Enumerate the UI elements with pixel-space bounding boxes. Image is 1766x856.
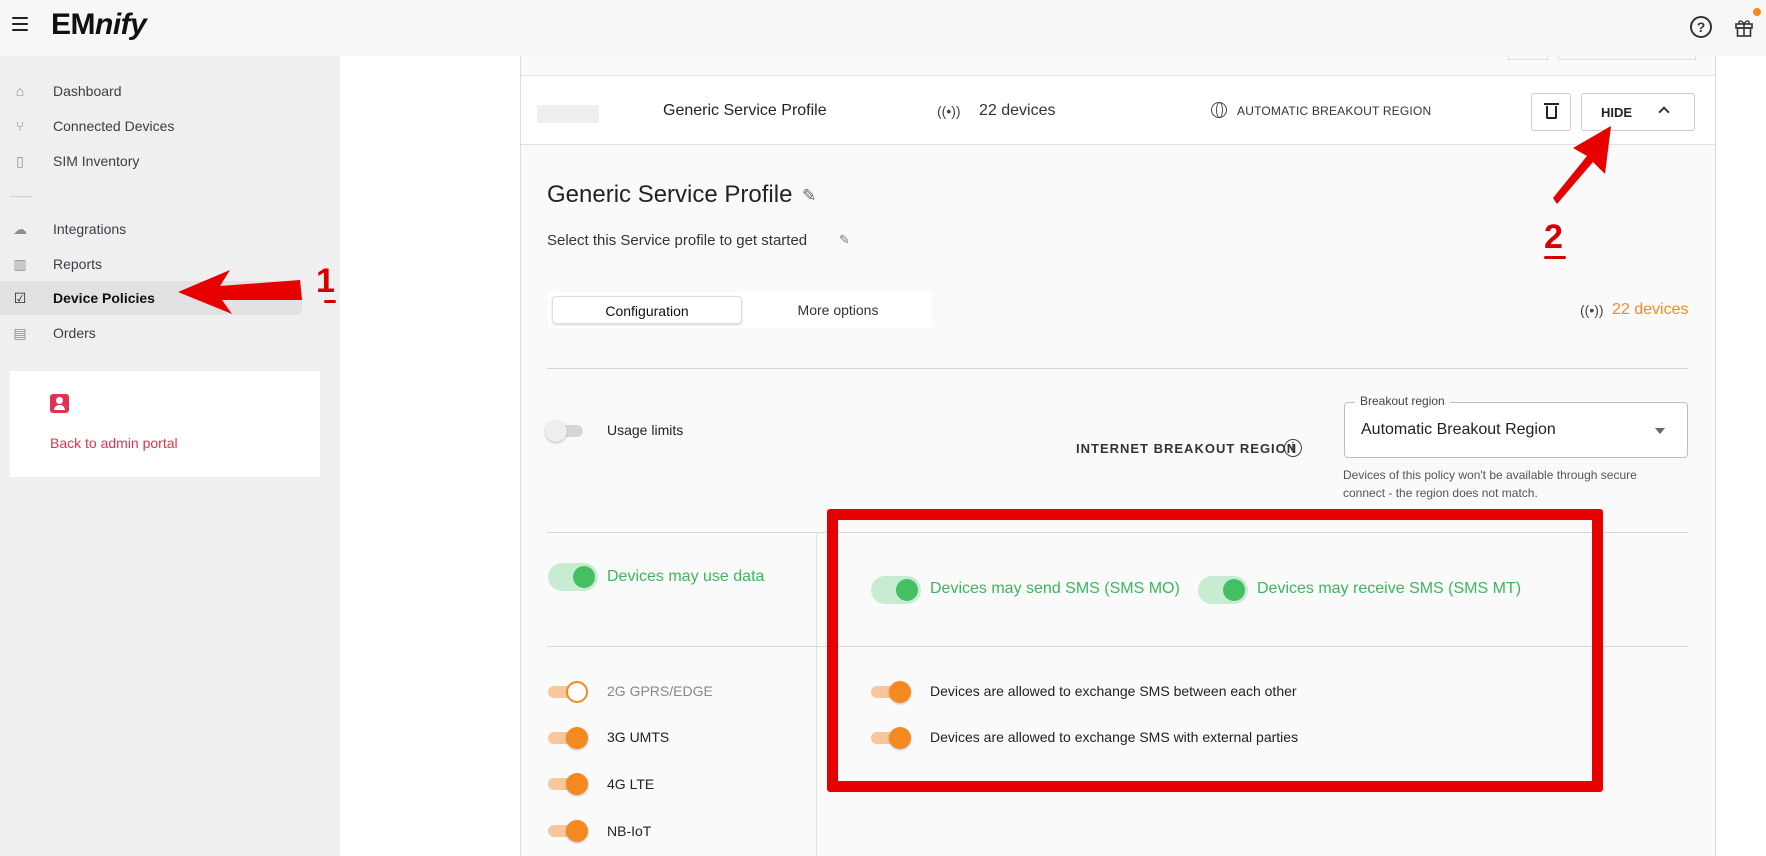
sidebar-item-integrations[interactable]: ☁ Integrations <box>0 212 302 246</box>
network-icon: ⑂ <box>15 118 25 134</box>
top-bar: EMnify ? <box>0 0 1766 56</box>
page-title: Generic Service Profile <box>547 181 793 208</box>
step-underline <box>1544 256 1566 259</box>
use-data-label: Devices may use data <box>607 568 765 585</box>
network-3g-label: 3G UMTS <box>607 729 670 745</box>
sidebar-item-sim-inventory[interactable]: ▯ SIM Inventory <box>0 144 302 178</box>
breakout-region-select[interactable]: Breakout region Automatic Breakout Regio… <box>1344 394 1688 458</box>
sidebar-item-dashboard[interactable]: ⌂ Dashboard <box>0 74 302 108</box>
toggle-knob <box>573 566 595 588</box>
sidebar-item-label: Integrations <box>53 221 127 237</box>
toggle-knob <box>545 420 567 442</box>
menu-icon[interactable] <box>12 17 28 31</box>
profile-row-devices: 22 devices <box>979 102 1056 119</box>
page-subtitle: Select this Service profile to get start… <box>547 232 808 249</box>
sim-icon: ▯ <box>16 153 24 169</box>
breakout-region-legend: Breakout region <box>1355 394 1450 408</box>
highlight-box <box>827 509 1603 792</box>
step-underline <box>324 300 336 303</box>
column-divider <box>816 532 817 856</box>
signal-icon: ((•)) <box>937 103 961 119</box>
trash-icon <box>1544 103 1559 105</box>
network-nbiot-toggle[interactable] <box>548 820 588 842</box>
arrow-2 <box>1553 126 1611 204</box>
arrow-1 <box>178 270 302 314</box>
step-number-1: 1 <box>316 262 335 300</box>
trash-icon <box>1546 106 1557 119</box>
globe-icon <box>1211 102 1227 118</box>
peek-button <box>1508 56 1548 60</box>
caret-down-icon <box>1655 428 1665 434</box>
divider <box>547 368 1688 369</box>
devices-count[interactable]: 22 devices <box>1612 301 1689 319</box>
user-badge-icon <box>50 394 69 413</box>
admin-portal-card: Back to admin portal <box>10 371 320 477</box>
cloud-icon: ☁ <box>13 221 27 237</box>
profile-row-name: Generic Service Profile <box>663 102 827 119</box>
usage-limits-label: Usage limits <box>607 422 684 438</box>
sidebar-item-label: SIM Inventory <box>53 153 140 169</box>
network-2g-toggle[interactable] <box>548 681 588 703</box>
home-icon: ⌂ <box>15 83 25 99</box>
back-to-admin-link[interactable]: Back to admin portal <box>50 435 178 451</box>
internet-breakout-label: INTERNET BREAKOUT REGION <box>1076 441 1298 456</box>
info-icon[interactable]: i <box>1284 439 1302 457</box>
document-icon: ▤ <box>13 325 27 341</box>
sidebar-item-label: Orders <box>53 325 96 341</box>
gift-icon[interactable] <box>1734 17 1754 37</box>
sidebar-item-label: Reports <box>53 256 103 272</box>
sidebar-item-connected-devices[interactable]: ⑂ Connected Devices <box>0 109 302 143</box>
network-2g-label: 2G GPRS/EDGE <box>607 683 713 699</box>
chevron-up-icon <box>1658 106 1670 118</box>
use-data-toggle[interactable] <box>548 563 598 591</box>
signal-icon: ((•)) <box>1580 302 1604 318</box>
network-3g-toggle[interactable] <box>548 727 588 749</box>
breakout-region-value: Automatic Breakout Region <box>1361 421 1556 438</box>
toggle-knob <box>566 681 588 703</box>
app-logo[interactable]: EMnify <box>51 8 147 42</box>
toggle-knob <box>566 727 588 749</box>
profile-row-region: AUTOMATIC BREAKOUT REGION <box>1237 104 1432 118</box>
edit-subtitle-icon[interactable]: ✎ <box>839 232 850 248</box>
sidebar-divider <box>10 196 32 197</box>
toggle-knob <box>566 773 588 795</box>
usage-limits-toggle[interactable] <box>545 420 587 442</box>
step-number-2: 2 <box>1544 218 1563 256</box>
checkbox-icon: ☑ <box>13 290 27 306</box>
toggle-knob <box>566 820 588 842</box>
sidebar-item-label: Connected Devices <box>53 118 175 134</box>
sidebar-item-label: Dashboard <box>53 83 122 99</box>
network-4g-toggle[interactable] <box>548 773 588 795</box>
tab-bar: Configuration More options <box>548 292 932 328</box>
profile-header-row[interactable]: Generic Service Profile ((•)) 22 devices… <box>521 75 1715 145</box>
help-icon[interactable]: ? <box>1690 16 1712 38</box>
bar-chart-icon: ▥ <box>13 256 27 272</box>
breakout-helper-text: Devices of this policy won't be availabl… <box>1343 468 1637 500</box>
sidebar-item-label: Device Policies <box>53 290 155 306</box>
tab-more-options[interactable]: More options <box>748 296 928 324</box>
sidebar-item-orders[interactable]: ▤ Orders <box>0 316 302 350</box>
network-nbiot-label: NB-IoT <box>607 823 652 839</box>
network-4g-label: 4G LTE <box>607 776 655 792</box>
edit-title-icon[interactable]: ✎ <box>802 186 816 206</box>
tab-configuration[interactable]: Configuration <box>552 296 742 324</box>
profile-placeholder <box>537 105 599 123</box>
hide-label: HIDE <box>1601 105 1633 120</box>
notification-dot <box>1753 8 1761 16</box>
peek-button <box>1558 56 1696 60</box>
